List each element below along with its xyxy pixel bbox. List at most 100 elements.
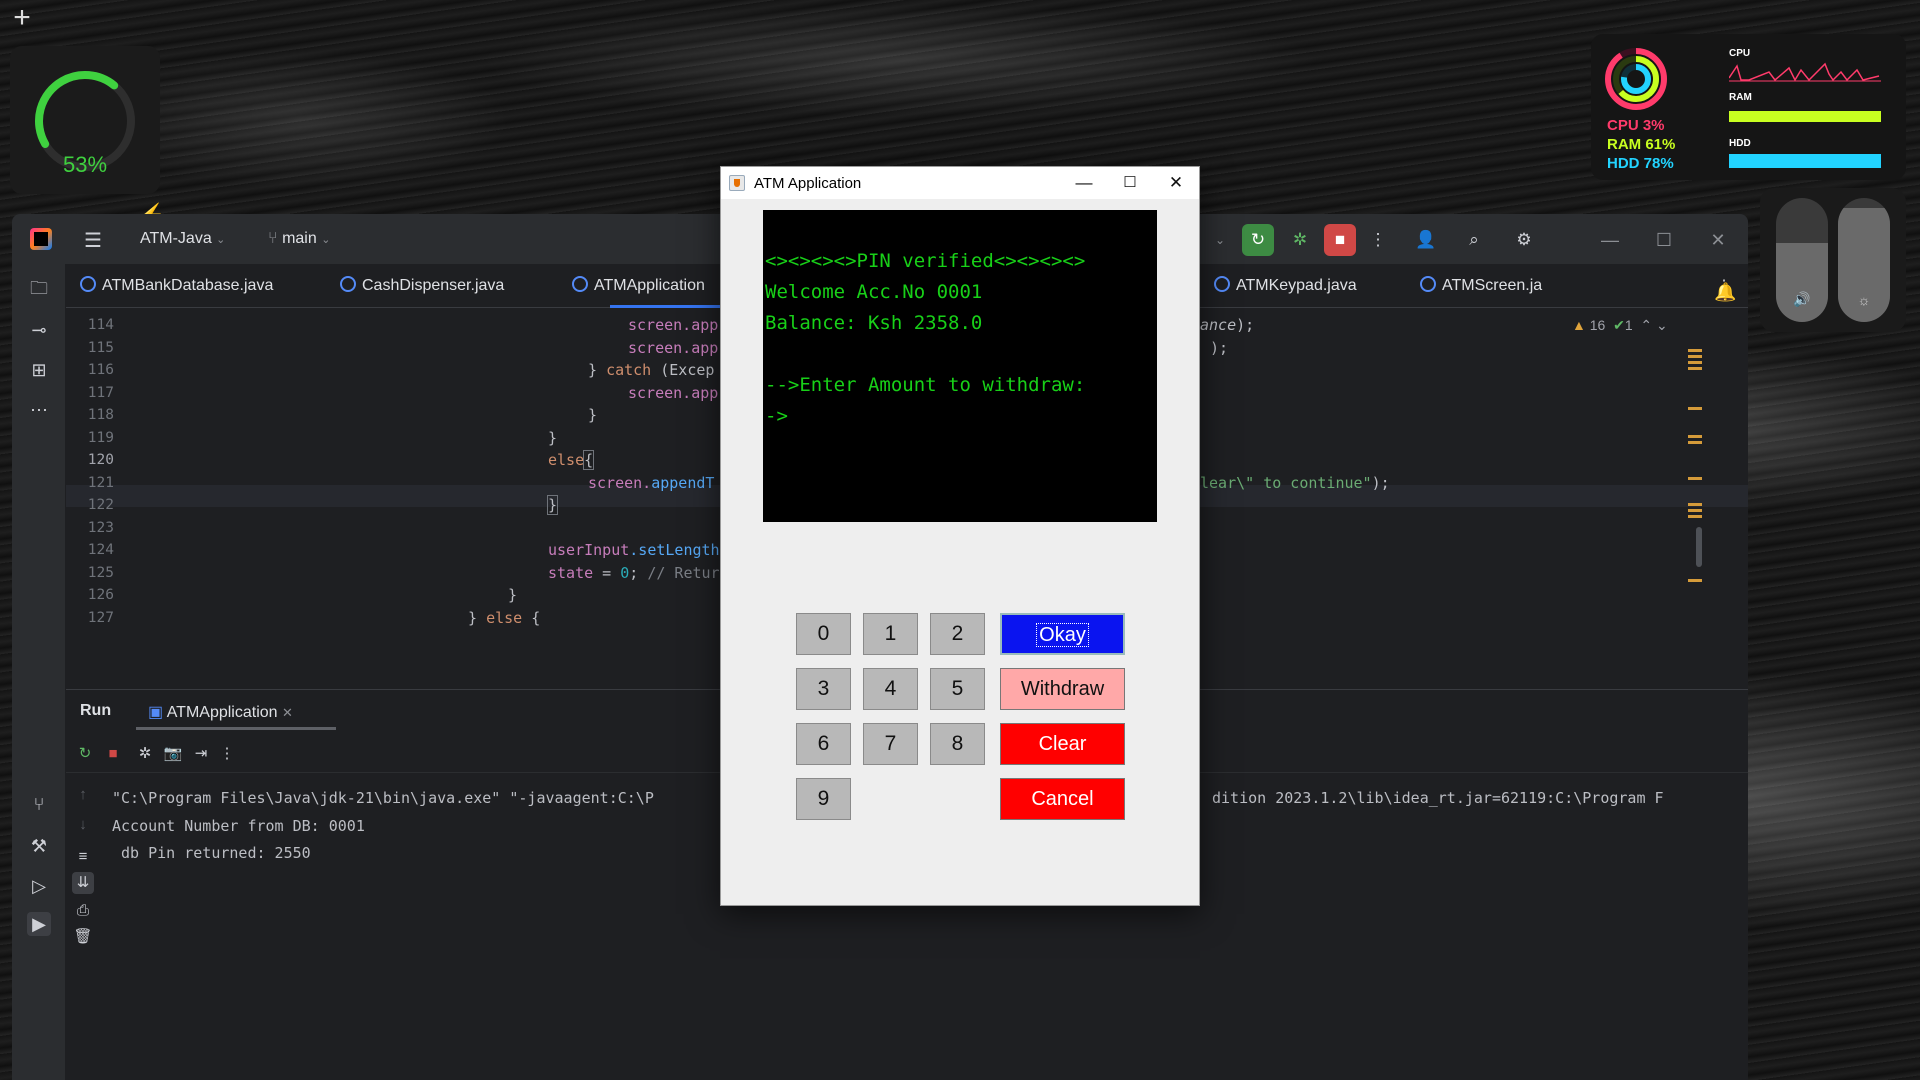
rerun-icon[interactable]: ↻: [74, 743, 96, 765]
run-tool-icon[interactable]: ▶: [27, 912, 51, 936]
tab-atm-keypad[interactable]: ATMKeypad.java: [1214, 276, 1357, 295]
minimize-button[interactable]: —: [1592, 226, 1628, 254]
close-button[interactable]: ✕: [1700, 226, 1736, 254]
chevron-down-icon: ⌄: [321, 234, 331, 246]
line-number: 115: [87, 339, 114, 356]
settings-gear-icon[interactable]: ⚙: [1508, 224, 1540, 256]
ram-graph: [1729, 111, 1881, 122]
maximize-button[interactable]: ☐: [1646, 226, 1682, 254]
tab-atm-screen[interactable]: ATMScreen.ja: [1420, 276, 1542, 295]
keypad-key-8[interactable]: 8: [930, 723, 985, 765]
code-line: screen.app: [628, 383, 719, 402]
exit-icon[interactable]: ⇥: [190, 743, 212, 765]
warning-marker[interactable]: [1688, 441, 1702, 444]
inspection-widget[interactable]: ▲ 16 ✔1 ⌃ ⌄: [1572, 317, 1668, 334]
close-tab-icon[interactable]: ✕: [282, 705, 293, 720]
warning-marker[interactable]: [1688, 509, 1702, 512]
line-number: 120: [87, 452, 114, 468]
keypad-key-3[interactable]: 3: [796, 668, 851, 710]
warning-marker[interactable]: [1688, 477, 1702, 480]
volume-slider[interactable]: 🔊: [1776, 198, 1828, 322]
withdraw-button[interactable]: Withdraw: [1000, 668, 1125, 710]
more-tools-icon[interactable]: ⋯: [27, 398, 51, 422]
notifications-bell-icon[interactable]: 🔔: [1714, 282, 1736, 303]
warning-marker[interactable]: [1688, 503, 1702, 506]
tab-cash-dispenser[interactable]: CashDispenser.java: [340, 276, 504, 295]
arrow-down-icon[interactable]: ↓: [72, 814, 94, 836]
activity-rings-icon: [1605, 48, 1667, 110]
run-tab-atm-application[interactable]: ▣ ATMApplication ✕: [148, 702, 293, 722]
more-icon[interactable]: ⋮: [216, 743, 238, 765]
keypad-key-7[interactable]: 7: [863, 723, 918, 765]
maximize-button[interactable]: ☐: [1107, 167, 1153, 199]
keypad-key-5[interactable]: 5: [930, 668, 985, 710]
minimize-button[interactable]: —: [1061, 167, 1107, 199]
keypad-key-1[interactable]: 1: [863, 613, 918, 655]
soft-wrap-icon[interactable]: ≡: [72, 846, 94, 868]
editor-scrollbar[interactable]: [1696, 527, 1702, 567]
okay-button[interactable]: Okay: [1000, 613, 1125, 655]
window-title: ATM Application: [754, 175, 862, 192]
add-widget-icon[interactable]: +: [8, 3, 36, 33]
git-icon[interactable]: ⑂: [27, 792, 51, 816]
screen-line: -->Enter Amount to withdraw:: [765, 374, 1086, 396]
keypad-key-6[interactable]: 6: [796, 723, 851, 765]
project-folder-icon[interactable]: 🗀: [27, 276, 51, 300]
brightness-slider[interactable]: ☼: [1838, 198, 1890, 322]
branch-selector[interactable]: ⑂ main ⌄: [268, 230, 330, 248]
project-selector[interactable]: ATM-Java ⌄: [140, 230, 225, 248]
structure-icon[interactable]: ⊞: [27, 358, 51, 382]
atm-display-screen: <><><><>PIN verified<><><><> Welcome Acc.…: [763, 210, 1157, 522]
cpu-graph: [1729, 62, 1881, 82]
warning-marker[interactable]: [1688, 367, 1702, 370]
chevron-up-icon[interactable]: ⌃: [1640, 317, 1652, 333]
java-class-icon: [80, 276, 96, 292]
warning-marker[interactable]: [1688, 515, 1702, 518]
camera-icon[interactable]: 📷: [162, 743, 184, 765]
system-monitor-widget: CPU 3% RAM 61% HDD 78% CPU RAM HDD: [1591, 34, 1906, 180]
warning-marker[interactable]: [1688, 355, 1702, 358]
more-actions-icon[interactable]: ⋮: [1362, 224, 1394, 256]
warning-marker[interactable]: [1688, 349, 1702, 352]
main-menu-icon[interactable]: ☰: [84, 228, 102, 253]
tab-atm-application[interactable]: ATMApplication: [572, 276, 705, 295]
keypad-key-0[interactable]: 0: [796, 613, 851, 655]
services-icon[interactable]: ▷: [27, 874, 51, 898]
chevron-down-icon[interactable]: ⌄: [1656, 317, 1668, 333]
tab-atm-bank-database[interactable]: ATMBankDatabase.java: [80, 276, 273, 295]
system-stats: CPU 3% RAM 61% HDD 78%: [1607, 116, 1675, 173]
run-config-chevron-icon[interactable]: ⌄: [1204, 224, 1236, 256]
line-number: 116: [87, 362, 114, 378]
trash-icon[interactable]: 🗑: [72, 926, 94, 948]
keypad-key-2[interactable]: 2: [930, 613, 985, 655]
cancel-button[interactable]: Cancel: [1000, 778, 1125, 820]
debug-button[interactable]: ✲: [1284, 224, 1316, 256]
keypad-key-9[interactable]: 9: [796, 778, 851, 820]
line-number: 118: [87, 407, 114, 423]
warning-marker[interactable]: [1688, 361, 1702, 364]
warning-marker[interactable]: [1688, 579, 1702, 582]
arrow-up-icon[interactable]: ↑: [72, 784, 94, 806]
scroll-to-end-icon[interactable]: ⇊: [72, 872, 94, 894]
warning-marker[interactable]: [1688, 435, 1702, 438]
search-icon[interactable]: ⌕: [1458, 224, 1490, 256]
atm-titlebar[interactable]: ATM Application — ☐ ✕: [721, 167, 1199, 199]
stop-icon[interactable]: ■: [102, 743, 124, 765]
rerun-button[interactable]: ↻: [1242, 224, 1274, 256]
stop-button[interactable]: ■: [1324, 224, 1356, 256]
ram-graph-label: RAM: [1729, 92, 1752, 103]
build-hammer-icon[interactable]: ⚒: [27, 834, 51, 858]
add-user-icon[interactable]: 👤: [1410, 224, 1442, 256]
warning-marker[interactable]: [1688, 407, 1702, 410]
clear-button[interactable]: Clear: [1000, 723, 1125, 765]
console-line: Account Number from DB: 0001: [112, 816, 365, 835]
commit-icon[interactable]: ⊸: [27, 318, 51, 342]
keypad-key-4[interactable]: 4: [863, 668, 918, 710]
line-number: 127: [87, 609, 114, 626]
console-output[interactable]: "C:\Program Files\Java\jdk-21\bin\java.e…: [112, 785, 654, 868]
close-button[interactable]: ✕: [1153, 167, 1199, 199]
code-line: } catch (Excep: [588, 361, 715, 379]
print-icon[interactable]: ⎙: [72, 900, 94, 922]
debug-icon[interactable]: ✲: [134, 743, 156, 765]
line-number: 119: [87, 429, 114, 446]
